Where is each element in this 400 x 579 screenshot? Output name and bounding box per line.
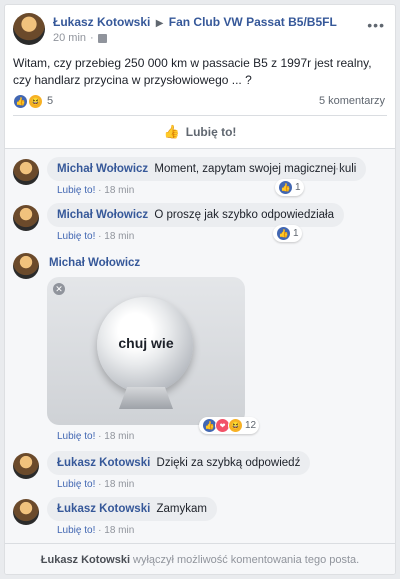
comment-actions: Lubię to! · 18 min [57,525,135,536]
reaction-summary[interactable]: 👍 😆 5 [13,93,54,109]
comment: Michał Wołowicz O proszę jak szybko odpo… [13,203,387,243]
comment-like-link[interactable]: Lubię to! [57,185,95,196]
commenter-avatar[interactable] [13,253,39,279]
comment-author[interactable]: Michał Wołowicz [57,209,148,221]
comment-author[interactable]: Michał Wołowicz [49,257,140,269]
comment-time[interactable]: 18 min [104,525,134,536]
comment-text: Zamykam [156,503,207,515]
comment: Łukasz Kotowski Zamykam Lubię to! · 18 m… [13,497,387,537]
comment-options-icon[interactable]: ··· [331,161,343,175]
commenter-avatar[interactable] [13,499,39,525]
comment: Łukasz Kotowski Dzięki za szybką odpowie… [13,451,387,491]
group-icon [97,33,107,43]
comment-bubble: Łukasz Kotowski Dzięki za szybką odpowie… [47,451,311,475]
comment-reaction-count[interactable]: 👍 1 [275,179,304,196]
comment-author[interactable]: Michał Wołowicz [57,163,148,175]
post-header-text: Łukasz Kotowski ▶ Fan Club VW Passat B5/… [53,15,337,44]
author-avatar[interactable] [13,13,45,45]
comment-like-link[interactable]: Lubię to! [57,479,95,490]
comment-bubble: Michał Wołowicz O proszę jak szybko odpo… [47,203,344,227]
close-icon[interactable]: ✕ [53,283,65,295]
comment-time[interactable]: 18 min [104,185,134,196]
post-text: Witam, czy przebieg 250 000 km w passaci… [13,56,372,87]
comment-like-link[interactable]: Lubię to! [57,231,95,242]
like-button-label: Lubię to! [185,125,237,139]
thumbs-up-icon: 👍 [163,124,180,139]
divider [13,115,387,116]
comment-image[interactable]: ✕ chuj wie [47,277,245,425]
comments-area: Michał Wołowicz Moment, zapytam swojej m… [5,148,395,543]
comment-actions: Lubię to! · 18 min [57,479,135,490]
comment: Michał Wołowicz ✕ chuj wie 👍 ❤ 😆 12 Lubi… [13,251,387,447]
like-reaction-icon: 👍 [13,93,28,109]
like-reaction-icon: 👍 [278,180,293,195]
comment-like-link[interactable]: Lubię to! [57,525,95,536]
more-icon[interactable]: ••• [367,17,385,33]
comments-disabled-notice: Łukasz Kotowski wyłączył możliwość komen… [5,543,395,574]
comments-count[interactable]: 5 komentarzy [319,95,385,107]
post-time[interactable]: 20 min [53,32,86,44]
reactions-bar: 👍 😆 5 5 komentarzy [13,93,385,109]
comment-text: Moment, zapytam swojej magicznej kuli [154,163,357,175]
crystal-ball-stand [119,387,173,409]
image-caption: chuj wie [118,335,174,351]
comment-like-link[interactable]: Lubię to! [57,431,95,442]
comment-text: O proszę jak szybko odpowiedziała [154,209,334,221]
comment-author[interactable]: Łukasz Kotowski [57,503,150,515]
footer-text: wyłączył możliwość komentowania tego pos… [133,554,360,566]
commenter-avatar[interactable] [13,159,39,185]
comment-reaction-count[interactable]: 👍 1 [273,225,302,242]
comment-time[interactable]: 18 min [104,479,134,490]
post-author[interactable]: Łukasz Kotowski [53,15,150,29]
comment-bubble: Łukasz Kotowski Zamykam [47,497,217,521]
comment-actions: Lubię to! · 18 min [57,431,135,442]
comment-actions: Lubię to! · 18 min [57,185,135,196]
commenter-avatar[interactable] [13,205,39,231]
arrow-icon: ▶ [155,18,164,29]
comment-author[interactable]: Łukasz Kotowski [57,457,150,469]
comment-text: Dzięki za szybką odpowiedź [156,457,301,469]
comment-time[interactable]: 18 min [104,231,134,242]
like-button[interactable]: 👍 Lubię to! [5,121,395,143]
comment-reaction-count[interactable]: 👍 ❤ 😆 12 [199,417,260,434]
reaction-count: 5 [47,95,54,107]
post-meta: 20 min · [53,32,337,44]
group-name[interactable]: Fan Club VW Passat B5/B5FL [169,15,337,29]
comment-actions: Lubię to! · 18 min [57,231,135,242]
commenter-avatar[interactable] [13,453,39,479]
haha-reaction-icon: 😆 [228,418,243,433]
post-card: Łukasz Kotowski ▶ Fan Club VW Passat B5/… [4,4,396,575]
comment: Michał Wołowicz Moment, zapytam swojej m… [13,157,387,197]
haha-reaction-icon: 😆 [28,93,43,109]
comment-time[interactable]: 18 min [104,431,134,442]
footer-name[interactable]: Łukasz Kotowski [41,554,130,566]
post-header: Łukasz Kotowski ▶ Fan Club VW Passat B5/… [13,13,387,49]
like-reaction-icon: 👍 [276,226,291,241]
comment-bubble: Michał Wołowicz Moment, zapytam swojej m… [47,157,367,181]
